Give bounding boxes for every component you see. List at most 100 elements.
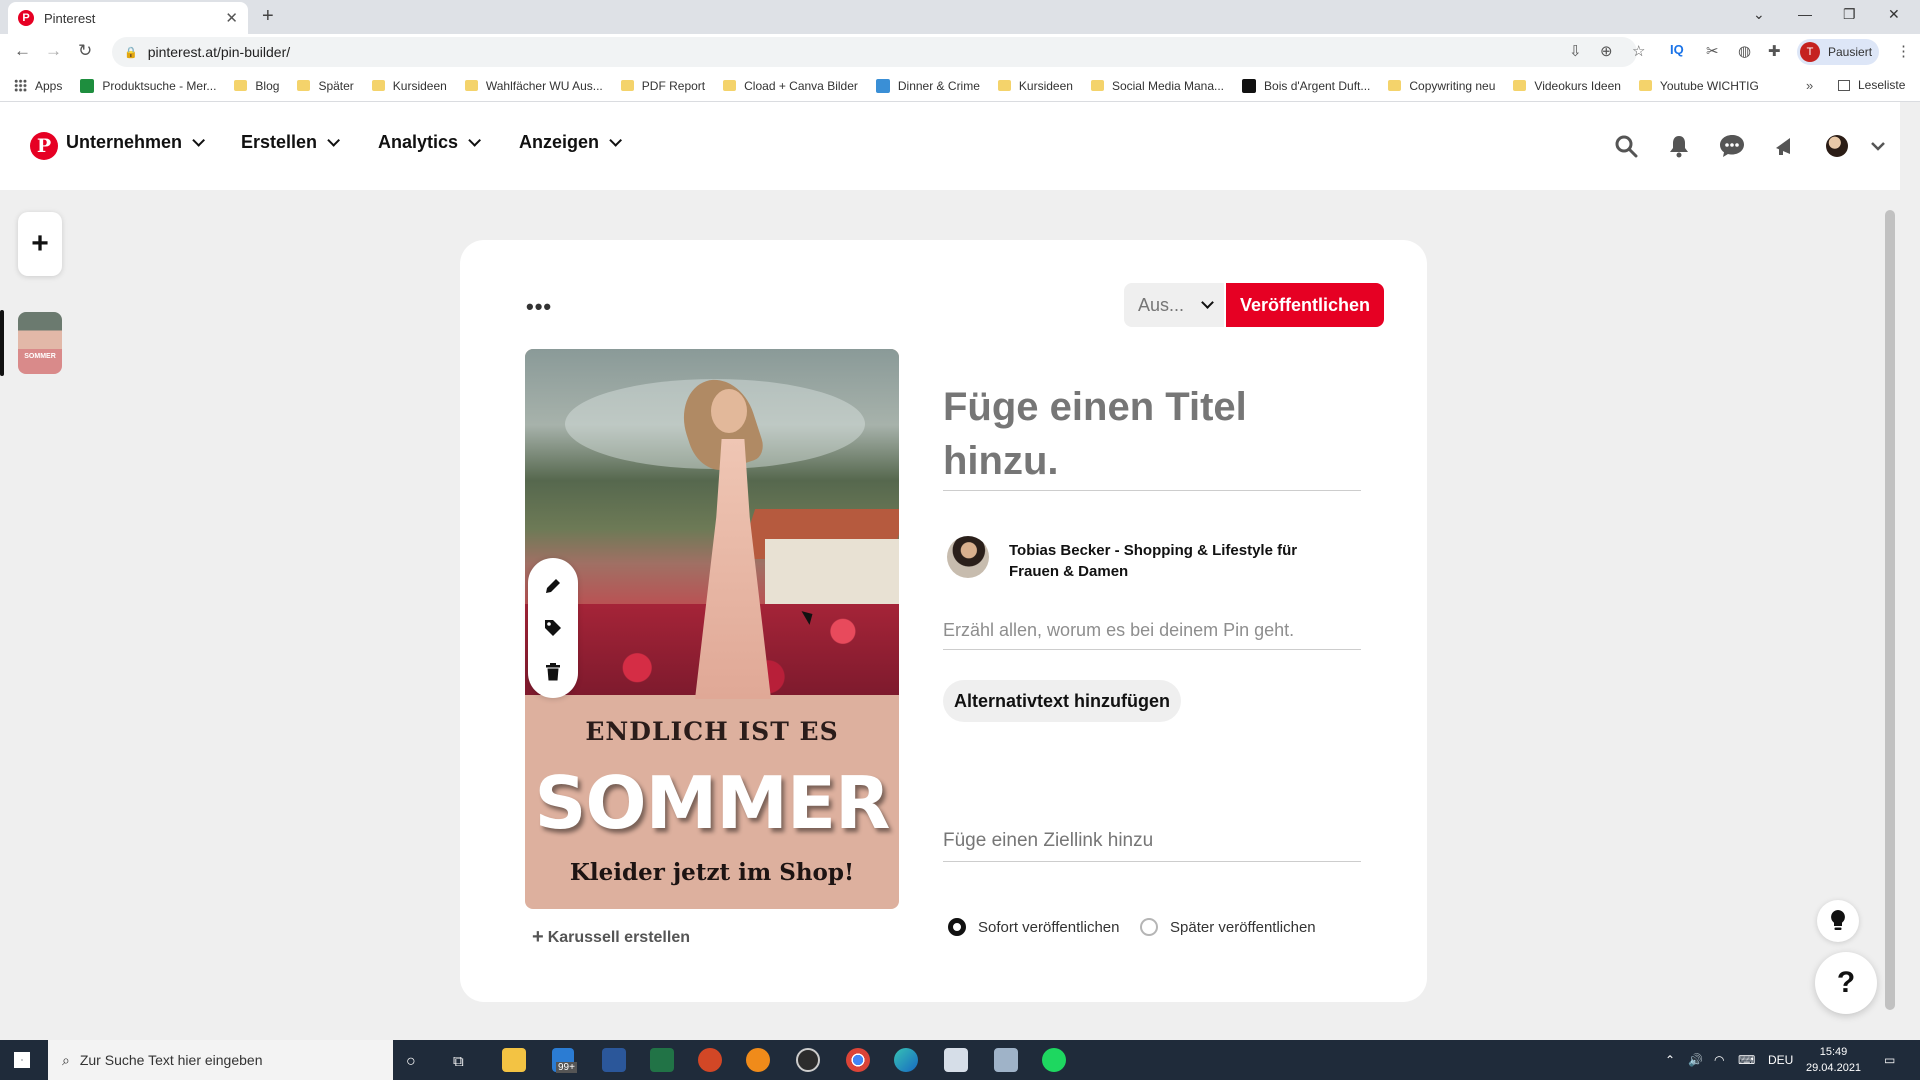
zoom-icon[interactable]: ⊕ bbox=[1600, 42, 1613, 60]
spotify-icon[interactable] bbox=[1042, 1048, 1066, 1072]
folder-icon bbox=[297, 80, 311, 91]
bookmark-folder[interactable]: Kursideen bbox=[997, 79, 1073, 93]
bookmark-folder[interactable]: PDF Report bbox=[620, 79, 705, 93]
forward-icon[interactable]: → bbox=[45, 41, 62, 61]
publish-button[interactable]: Veröffentlichen bbox=[1226, 283, 1384, 327]
pinterest-favicon-icon: P bbox=[18, 10, 34, 26]
publish-now-radio[interactable]: Sofort veröffentlichen bbox=[948, 918, 1119, 936]
board-select[interactable]: Aus... bbox=[1124, 283, 1224, 327]
trash-icon[interactable] bbox=[543, 662, 563, 682]
account-menu-chevron-icon[interactable] bbox=[1864, 132, 1892, 160]
tray-expand-icon[interactable]: ⌃ bbox=[1665, 1053, 1675, 1067]
cortana-icon[interactable]: ○ bbox=[406, 1053, 416, 1071]
pin-image[interactable]: ENDLICH IST ES SOMMER Kleider jetzt im S… bbox=[525, 349, 899, 909]
minimize-icon[interactable]: — bbox=[1798, 6, 1812, 22]
windows-start-icon[interactable] bbox=[14, 1052, 30, 1068]
search-icon[interactable] bbox=[1612, 132, 1640, 160]
edge-icon[interactable] bbox=[894, 1048, 918, 1072]
iq-extension-icon[interactable]: IQ bbox=[1670, 42, 1684, 57]
more-options-icon[interactable]: ••• bbox=[526, 294, 552, 320]
extension-icon[interactable]: ✂ bbox=[1706, 42, 1719, 60]
nav-erstellen[interactable]: Erstellen bbox=[241, 132, 341, 153]
add-pin-button[interactable]: + bbox=[18, 212, 62, 276]
title-input[interactable]: Füge einen Titel hinzu. bbox=[943, 380, 1361, 491]
restore-icon[interactable]: ❐ bbox=[1843, 6, 1856, 23]
install-icon[interactable]: ⇩ bbox=[1569, 42, 1582, 60]
add-alt-text-button[interactable]: Alternativtext hinzufügen bbox=[943, 680, 1181, 722]
more-bookmarks-icon[interactable]: » bbox=[1806, 78, 1813, 93]
search-icon: ⌕ bbox=[62, 1051, 70, 1068]
apps-grid-icon bbox=[14, 79, 27, 92]
taskbar-clock[interactable]: 15:49 29.04.2021 bbox=[1806, 1044, 1861, 1076]
reload-icon[interactable]: ↻ bbox=[78, 41, 92, 61]
browser-menu-icon[interactable]: ⋮ bbox=[1896, 42, 1911, 60]
bell-icon[interactable] bbox=[1665, 132, 1693, 160]
powerpoint-icon[interactable] bbox=[698, 1048, 722, 1072]
destination-link-input[interactable]: Füge einen Ziellink hinzu bbox=[943, 822, 1361, 862]
file-explorer-icon[interactable] bbox=[502, 1048, 526, 1072]
close-window-icon[interactable]: ✕ bbox=[1888, 6, 1900, 23]
url-bar[interactable]: 🔒 pinterest.at/pin-builder/ bbox=[112, 37, 1637, 67]
woman-figure bbox=[672, 369, 785, 699]
obs-icon[interactable] bbox=[796, 1048, 820, 1072]
bookmark-folder[interactable]: Blog bbox=[234, 79, 279, 93]
keyboard-icon[interactable]: ⌨ bbox=[1738, 1053, 1755, 1067]
account-avatar[interactable] bbox=[1823, 132, 1851, 160]
back-icon[interactable]: ← bbox=[14, 41, 31, 61]
folder-icon bbox=[371, 80, 385, 91]
app-icon[interactable] bbox=[746, 1048, 770, 1072]
tab-search-icon[interactable]: ⌄ bbox=[1753, 6, 1765, 23]
nav-anzeigen[interactable]: Anzeigen bbox=[519, 132, 623, 153]
description-input[interactable]: Erzähl allen, worum es bei deinem Pin ge… bbox=[943, 610, 1361, 650]
help-button[interactable]: ? bbox=[1815, 952, 1877, 1014]
bookmark-star-icon[interactable]: ☆ bbox=[1632, 42, 1645, 60]
pin-text-line2: SOMMER bbox=[534, 761, 891, 845]
bookmark-folder[interactable]: Videokurs Ideen bbox=[1513, 79, 1621, 93]
bookmark-folder[interactable]: Später bbox=[297, 79, 354, 93]
app-window-icon[interactable] bbox=[944, 1048, 968, 1072]
wifi-icon[interactable]: ◠ bbox=[1714, 1053, 1724, 1067]
word-icon[interactable] bbox=[602, 1048, 626, 1072]
bookmark-item[interactable]: Produktsuche - Mer... bbox=[80, 78, 216, 93]
bookmark-folder[interactable]: Cload + Canva Bilder bbox=[723, 79, 858, 93]
scrollbar-thumb[interactable] bbox=[1885, 210, 1895, 1010]
close-tab-icon[interactable]: ✕ bbox=[225, 9, 238, 27]
pin-draft-thumbnail[interactable]: SOMMER bbox=[18, 312, 62, 374]
pinterest-logo-icon[interactable]: P bbox=[30, 132, 58, 160]
volume-icon[interactable]: 🔊 bbox=[1688, 1053, 1703, 1067]
taskbar-search[interactable]: ⌕ Zur Suche Text hier eingeben bbox=[48, 1040, 393, 1080]
excel-icon[interactable] bbox=[650, 1048, 674, 1072]
publish-later-radio[interactable]: Später veröffentlichen bbox=[1140, 918, 1316, 936]
announcement-icon[interactable] bbox=[1771, 132, 1799, 160]
app-window-icon[interactable] bbox=[994, 1048, 1018, 1072]
puzzle-extensions-icon[interactable]: ✚ bbox=[1768, 42, 1781, 60]
notifications-icon[interactable]: ▭ bbox=[1884, 1053, 1895, 1067]
browser-tab-pinterest[interactable]: P Pinterest ✕ bbox=[8, 2, 248, 34]
nav-unternehmen[interactable]: Unternehmen bbox=[66, 132, 206, 153]
chrome-icon[interactable] bbox=[846, 1048, 870, 1072]
bookmark-folder[interactable]: Copywriting neu bbox=[1388, 79, 1495, 93]
bookmark-folder[interactable]: Social Media Mana... bbox=[1090, 79, 1224, 93]
site-favicon-icon bbox=[1242, 78, 1257, 93]
profile-button[interactable]: T Pausiert bbox=[1797, 39, 1879, 65]
language-indicator[interactable]: DEU bbox=[1768, 1053, 1793, 1067]
task-view-icon[interactable]: ⧉ bbox=[453, 1053, 464, 1070]
bookmark-folder[interactable]: Youtube WICHTIG bbox=[1638, 79, 1759, 93]
lightbulb-tips-icon[interactable] bbox=[1817, 900, 1859, 942]
bookmark-folder[interactable]: Kursideen bbox=[371, 79, 447, 93]
bookmark-item[interactable]: Dinner & Crime bbox=[875, 78, 980, 93]
messages-icon[interactable] bbox=[1718, 132, 1746, 160]
adblock-extension-icon[interactable]: ◍ bbox=[1738, 42, 1751, 60]
edit-pencil-icon[interactable] bbox=[543, 576, 563, 596]
new-tab-icon[interactable]: + bbox=[262, 5, 274, 28]
pinterest-header: P Unternehmen Erstellen Analytics Anzeig… bbox=[0, 102, 1900, 190]
reading-list-button[interactable]: Leseliste bbox=[1838, 78, 1905, 92]
bookmark-folder[interactable]: Wahlfächer WU Aus... bbox=[464, 79, 603, 93]
site-favicon-icon bbox=[80, 78, 95, 93]
nav-analytics[interactable]: Analytics bbox=[378, 132, 482, 153]
create-carousel-button[interactable]: + Karussell erstellen bbox=[532, 926, 690, 949]
bookmark-apps[interactable]: Apps bbox=[14, 79, 62, 93]
tag-icon[interactable] bbox=[543, 618, 563, 638]
bookmark-item[interactable]: Bois d'Argent Duft... bbox=[1242, 78, 1370, 93]
page-scrollbar[interactable] bbox=[1883, 190, 1897, 1040]
